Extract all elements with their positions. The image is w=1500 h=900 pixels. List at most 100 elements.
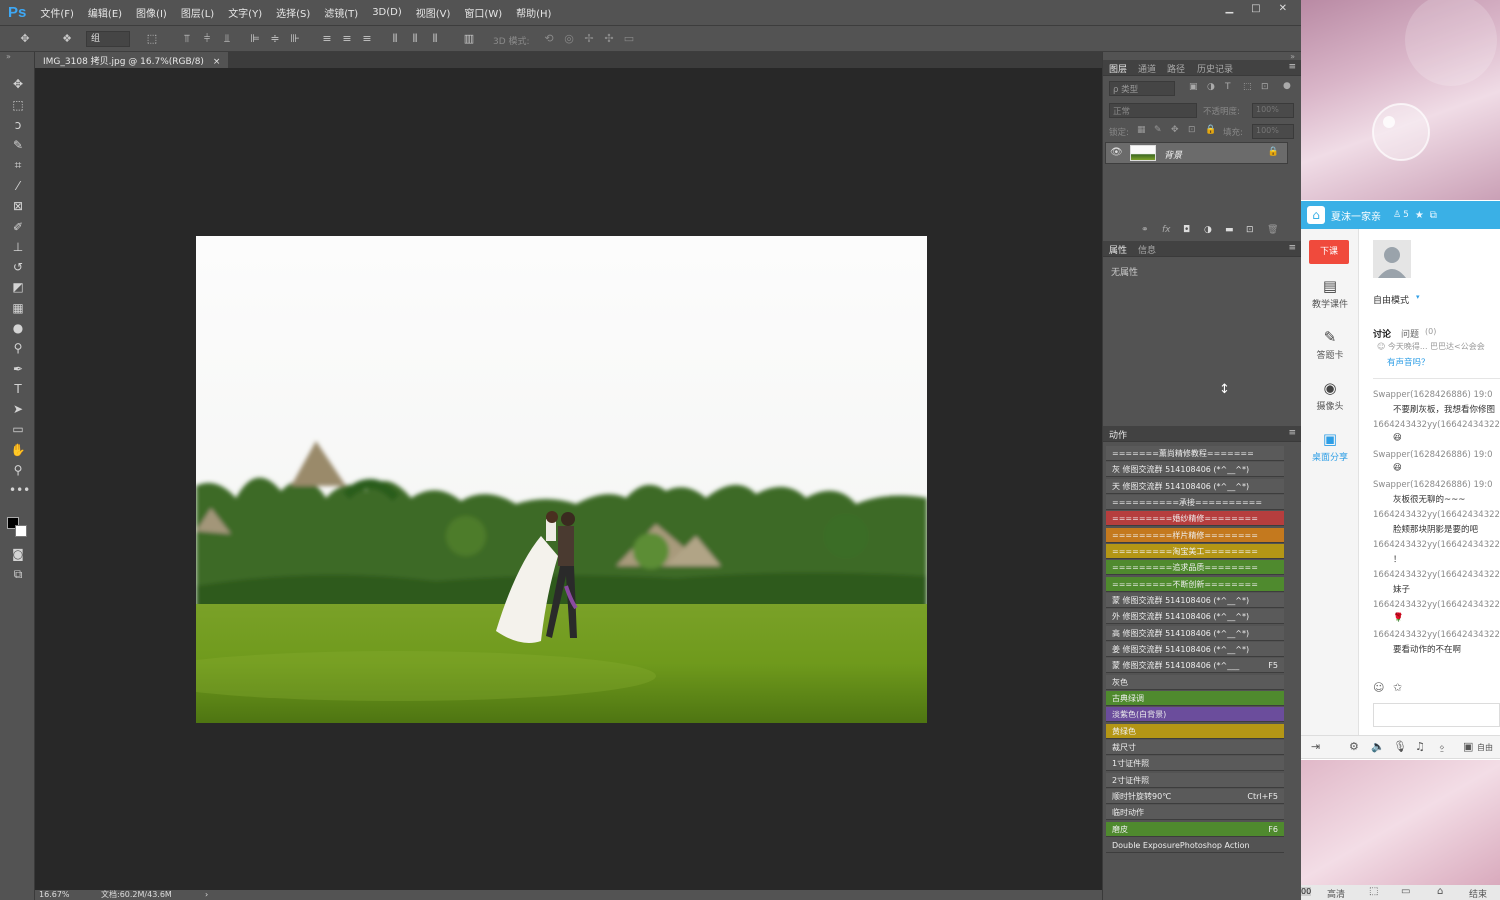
action-item[interactable]: 灰 修图交流群 514108406 (*^__^*) (1106, 462, 1284, 478)
collapse-arrows-icon[interactable]: » (6, 52, 11, 61)
notice-link[interactable]: 有声音吗？ (1387, 356, 1430, 368)
menu-layer[interactable]: 图层(L) (181, 5, 214, 20)
action-item[interactable]: 1寸证件照 (1106, 756, 1284, 772)
tab-discuss[interactable]: 讨论 (1373, 327, 1391, 340)
distribute-vcenter-icon[interactable]: ≡ (340, 32, 354, 45)
panel-menu-icon[interactable]: ≡ (1288, 62, 1296, 72)
home-icon[interactable]: ⌂ (1307, 206, 1325, 224)
visibility-eye-icon[interactable]: 👁 (1110, 147, 1123, 158)
menu-help[interactable]: 帮助(H) (516, 5, 551, 20)
action-item[interactable]: =======薰尚精修教程======= (1106, 446, 1284, 461)
adjustment-layer-icon[interactable]: ◑ (1204, 225, 1212, 235)
align-right-icon[interactable]: ⊪ (288, 32, 302, 45)
type-tool-icon[interactable]: T (9, 381, 27, 397)
quick-mask-icon[interactable]: ◙ (9, 546, 27, 562)
dodge-tool-icon[interactable]: ⚲ (9, 340, 27, 356)
share-icon[interactable]: ⧉ (1430, 210, 1437, 221)
menu-select[interactable]: 选择(S) (276, 5, 310, 20)
layer-filter-dropdown[interactable]: ρ 类型 (1109, 81, 1175, 96)
menu-3d[interactable]: 3D(D) (372, 7, 402, 18)
3d-rotate-icon[interactable]: ⟲ (542, 32, 556, 45)
exit-icon[interactable]: ⇥ (1311, 740, 1320, 753)
zoom-level[interactable]: 16.67% (39, 890, 70, 900)
chat-input[interactable] (1373, 703, 1500, 727)
lock-position-icon[interactable]: ✥ (1171, 125, 1179, 135)
action-item[interactable]: 高 修图交流群 514108406 (*^__^*) (1106, 625, 1284, 641)
free-mode-label[interactable]: 自由 (1477, 742, 1493, 753)
menu-image[interactable]: 图像(I) (136, 5, 167, 20)
close-button[interactable]: ✕ (1279, 3, 1287, 14)
blur-tool-icon[interactable]: ● (9, 320, 27, 336)
action-item[interactable]: 天 修图交流群 514108406 (*^__^*) (1106, 478, 1284, 494)
quick-select-tool-icon[interactable]: ✎ (9, 137, 27, 153)
action-item[interactable]: 顺时针旋转90℃ Ctrl+F5 (1106, 788, 1284, 804)
path-select-tool-icon[interactable]: ➤ (9, 401, 27, 417)
tab-layers[interactable]: 图层 (1109, 62, 1127, 75)
quality-button[interactable]: 高清 (1327, 887, 1345, 900)
screen-icon[interactable]: ▣ (1463, 740, 1473, 753)
action-item[interactable]: =========追求品质======== (1106, 560, 1284, 576)
crop-tool-icon[interactable]: ⌗ (9, 157, 27, 173)
filter-type-icon[interactable]: T (1225, 82, 1231, 92)
action-item[interactable]: Double ExposurePhotoshop Action (1106, 837, 1284, 853)
mode-label[interactable]: 自由模式 (1373, 293, 1409, 306)
action-item[interactable]: 2寸证件照 (1106, 772, 1284, 788)
3d-scale-icon[interactable]: ▭ (622, 32, 636, 45)
lasso-tool-icon[interactable]: ↄ (9, 117, 27, 133)
history-brush-tool-icon[interactable]: ↺ (9, 259, 27, 275)
nav-camera[interactable]: ◉ 摄像头 (1303, 379, 1357, 412)
action-item[interactable]: 裁尺寸 (1106, 739, 1284, 755)
eraser-tool-icon[interactable]: ◩ (9, 279, 27, 295)
clone-stamp-tool-icon[interactable]: ⊥ (9, 239, 27, 255)
filter-adjustment-icon[interactable]: ◑ (1207, 82, 1215, 92)
nav-courseware[interactable]: ▤ 教学课件 (1303, 277, 1357, 310)
zoom-tool-icon[interactable]: ⚲ (9, 462, 27, 478)
hand-tool-icon[interactable]: ✋ (9, 442, 27, 458)
chevron-down-icon[interactable]: ▾ (1416, 293, 1420, 301)
panel-menu-icon[interactable]: ≡ (1288, 243, 1296, 253)
distribute-hcenter-icon[interactable]: ⦀ (408, 32, 422, 45)
pen-tool-icon[interactable]: ✒ (9, 361, 27, 377)
menu-edit[interactable]: 编辑(E) (88, 5, 122, 20)
layer-name[interactable]: 背景 (1164, 148, 1182, 161)
auto-select-icon[interactable]: ❖ (60, 32, 74, 45)
auto-align-icon[interactable]: ▥ (462, 32, 476, 45)
align-hcenter-icon[interactable]: ≑ (268, 32, 282, 45)
menu-filter[interactable]: 滤镜(T) (324, 5, 358, 20)
delete-layer-icon[interactable]: 🗑 (1267, 225, 1278, 235)
window-icon[interactable]: ▭ (1401, 886, 1410, 897)
blend-mode-dropdown[interactable]: 正常 (1109, 103, 1197, 118)
fill-input[interactable]: 100% (1252, 124, 1294, 139)
action-item[interactable]: 淡紫色(白背景) (1106, 707, 1284, 723)
action-item[interactable]: 磨皮 F6 (1106, 821, 1284, 837)
3d-pan-icon[interactable]: ✢ (582, 32, 596, 45)
star-icon[interactable]: ★ (1415, 210, 1424, 221)
end-class-button[interactable]: 下课 (1309, 240, 1349, 264)
distribute-top-icon[interactable]: ≡ (320, 32, 334, 45)
status-arrow-icon[interactable]: › (205, 890, 208, 900)
end-button[interactable]: 结束 (1469, 887, 1487, 900)
fullscreen-icon[interactable]: ⬚ (1369, 886, 1378, 897)
tab-history[interactable]: 历史记录 (1197, 62, 1233, 75)
distribute-bottom-icon[interactable]: ≡ (360, 32, 374, 45)
marquee-tool-icon[interactable]: ⬚ (9, 97, 27, 113)
speaker-icon[interactable]: 🔈 (1371, 740, 1385, 753)
move-tool-icon[interactable]: ✥ (18, 32, 32, 45)
members-icon[interactable]: ♙ (1393, 210, 1401, 220)
action-item[interactable]: =========样片精修======== (1106, 527, 1284, 543)
action-item[interactable]: 灰色 (1106, 674, 1284, 690)
layer-row-background[interactable]: 👁 背景 🔒 (1105, 142, 1288, 164)
auto-select-dropdown[interactable]: 组 (86, 31, 130, 47)
music-icon[interactable]: ♫ (1415, 740, 1425, 753)
action-item[interactable]: 蒙 修图交流群 514108406 (*^__^*) (1106, 592, 1284, 608)
align-vcenter-icon[interactable]: ⫩ (200, 32, 214, 45)
new-group-icon[interactable]: ▬ (1225, 225, 1234, 235)
eyedropper-tool-icon[interactable]: ⁄ (9, 178, 27, 194)
recording-icon[interactable]: ⍚ (1439, 740, 1446, 754)
action-item[interactable]: 姜 修图交流群 514108406 (*^__^*) (1106, 641, 1284, 657)
new-layer-icon[interactable]: ⊡ (1246, 225, 1254, 235)
menu-view[interactable]: 视图(V) (416, 5, 451, 20)
action-item[interactable]: 临时动作 (1106, 805, 1284, 821)
move-tool-icon[interactable]: ✥ (9, 76, 27, 92)
tab-info[interactable]: 信息 (1138, 243, 1156, 256)
